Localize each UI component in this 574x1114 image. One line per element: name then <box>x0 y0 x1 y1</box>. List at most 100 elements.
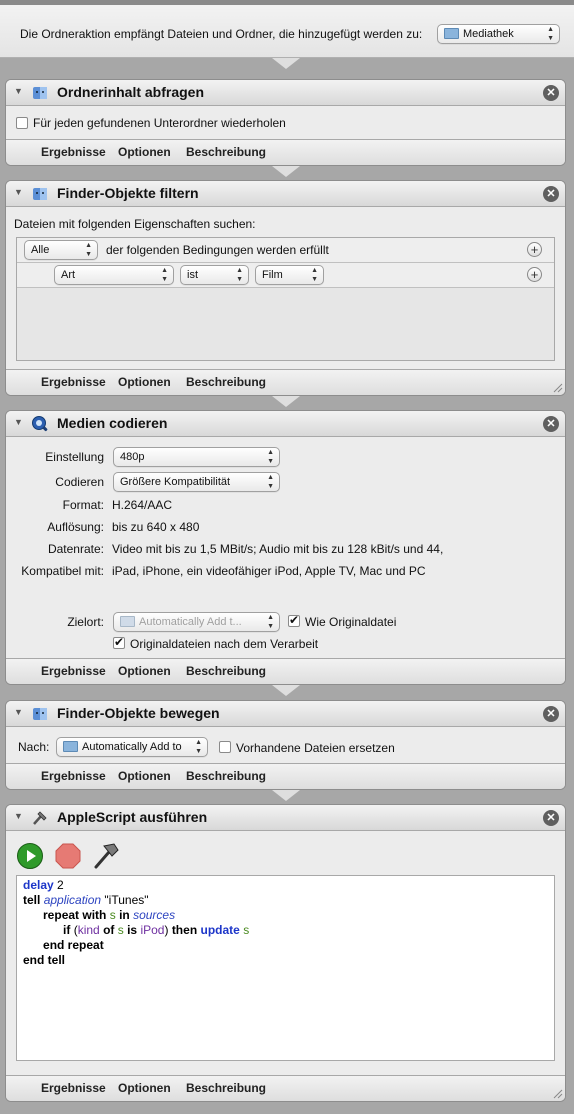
tab-optionen[interactable]: Optionen <box>118 145 171 159</box>
disclosure-triangle-icon[interactable]: ▼ <box>14 86 23 96</box>
disclosure-triangle-icon[interactable]: ▼ <box>14 417 23 427</box>
action-header: ▼ Ordnerinhalt abfragen ✕ <box>6 80 565 106</box>
finder-action-icon <box>33 87 47 99</box>
nach-popup[interactable]: Automatically Add to ▲ ▼ <box>56 737 208 757</box>
resize-grip-icon[interactable] <box>551 1087 563 1099</box>
match-mode-popup[interactable]: Alle ▲ ▼ <box>24 240 98 260</box>
action-medien-codieren: ▼ Medien codieren ✕ Einstellung 480p ▲ ▼ … <box>5 410 566 685</box>
window-top-strip <box>0 0 574 5</box>
kompatibel-value: iPad, iPhone, ein videofähiger iPod, App… <box>112 564 426 578</box>
condition-operator-popup[interactable]: ist ▲ ▼ <box>180 265 249 285</box>
add-condition-button[interactable]: + <box>527 242 542 257</box>
action-finder-objekte-bewegen: ▼ Finder-Objekte bewegen ✕ Nach: Automat… <box>5 700 566 790</box>
stop-icon[interactable] <box>54 842 82 870</box>
finder-action-icon <box>33 188 47 200</box>
finder-action-icon <box>33 708 47 720</box>
popup-arrows-icon: ▲ ▼ <box>267 614 274 630</box>
condition-field-popup[interactable]: Art ▲ ▼ <box>54 265 174 285</box>
action-footer: Ergebnisse Optionen Beschreibung <box>6 139 565 165</box>
add-subcondition-button[interactable]: + <box>527 267 542 282</box>
action-applescript-ausfuehren: ▼ AppleScript ausführen ✕ delay 2 tell a… <box>5 804 566 1102</box>
run-icon[interactable] <box>16 842 44 870</box>
kompatibel-label: Kompatibel mit: <box>21 564 104 578</box>
script-editor[interactable]: delay 2 tell application "iTunes" repeat… <box>16 875 555 1061</box>
disclosure-triangle-icon[interactable]: ▼ <box>14 707 23 717</box>
tab-beschreibung[interactable]: Beschreibung <box>186 145 266 159</box>
match-mode-text: der folgenden Bedingungen werden erfüllt <box>106 243 329 257</box>
popup-arrows-icon: ▲ ▼ <box>267 449 274 465</box>
folder-icon <box>120 616 135 627</box>
tab-ergebnisse[interactable]: Ergebnisse <box>41 375 106 389</box>
wie-originaldatei-label: Wie Originaldatei <box>305 615 397 629</box>
tab-optionen[interactable]: Optionen <box>118 1081 171 1095</box>
disclosure-triangle-icon[interactable]: ▼ <box>14 811 23 821</box>
action-header: ▼ Finder-Objekte bewegen ✕ <box>6 701 565 727</box>
tab-beschreibung[interactable]: Beschreibung <box>186 375 266 389</box>
close-icon[interactable]: ✕ <box>543 85 559 101</box>
folder-icon <box>444 28 459 39</box>
tab-beschreibung[interactable]: Beschreibung <box>186 1081 266 1095</box>
datenrate-value: Video mit bis zu 1,5 MBit/s; Audio mit b… <box>112 542 444 556</box>
tab-optionen[interactable]: Optionen <box>118 664 171 678</box>
resize-grip-icon[interactable] <box>551 381 563 393</box>
tab-ergebnisse[interactable]: Ergebnisse <box>41 664 106 678</box>
flow-connector <box>272 790 300 801</box>
condition-field-value: Art <box>61 269 76 281</box>
codieren-value: Größere Kompatibilität <box>120 476 231 488</box>
close-icon[interactable]: ✕ <box>543 186 559 202</box>
originaldateien-checkbox[interactable] <box>113 635 125 649</box>
close-icon[interactable]: ✕ <box>543 706 559 722</box>
tab-ergebnisse[interactable]: Ergebnisse <box>41 769 106 783</box>
tab-ergebnisse[interactable]: Ergebnisse <box>41 1081 106 1095</box>
ersetzen-label: Vorhandene Dateien ersetzen <box>236 741 395 755</box>
tab-optionen[interactable]: Optionen <box>118 375 171 389</box>
tab-beschreibung[interactable]: Beschreibung <box>186 664 266 678</box>
action-header: ▼ Finder-Objekte filtern ✕ <box>6 181 565 207</box>
popup-arrows-icon: ▲ ▼ <box>267 474 274 490</box>
condition-value-popup[interactable]: Film ▲ ▼ <box>255 265 324 285</box>
folder-action-text: Die Ordneraktion empfängt Dateien und Or… <box>20 27 423 41</box>
action-footer: Ergebnisse Optionen Beschreibung <box>6 658 565 684</box>
flow-connector <box>272 685 300 696</box>
action-header: ▼ Medien codieren ✕ <box>6 411 565 437</box>
action-title: Medien codieren <box>57 415 168 431</box>
condition-operator-value: ist <box>187 269 198 281</box>
action-footer: Ergebnisse Optionen Beschreibung <box>6 369 565 395</box>
popup-arrows-icon: ▲ ▼ <box>85 242 92 258</box>
action-footer: Ergebnisse Optionen Beschreibung <box>6 1075 565 1101</box>
close-icon[interactable]: ✕ <box>543 810 559 826</box>
popup-arrows-icon: ▲ ▼ <box>311 267 318 283</box>
aufloesung-label: Auflösung: <box>47 520 104 534</box>
action-footer: Ergebnisse Optionen Beschreibung <box>6 763 565 789</box>
codieren-popup[interactable]: Größere Kompatibilität ▲ ▼ <box>113 472 280 492</box>
close-icon[interactable]: ✕ <box>543 416 559 432</box>
folder-action-bar: Die Ordneraktion empfängt Dateien und Or… <box>0 0 574 58</box>
match-mode-value: Alle <box>31 244 50 256</box>
flow-connector <box>272 166 300 177</box>
repeat-subfolder-label: Für jeden gefundenen Unterordner wiederh… <box>33 116 286 130</box>
einstellung-label: Einstellung <box>45 450 104 464</box>
action-title: AppleScript ausführen <box>57 809 208 825</box>
format-label: Format: <box>62 498 104 512</box>
datenrate-label: Datenrate: <box>47 542 104 556</box>
nach-label: Nach: <box>18 740 50 754</box>
repeat-subfolder-checkbox[interactable] <box>16 117 28 129</box>
zielort-value: Automatically Add t... <box>139 616 242 628</box>
wie-originaldatei-checkbox[interactable] <box>288 613 300 627</box>
action-title: Ordnerinhalt abfragen <box>57 84 205 100</box>
action-title: Finder-Objekte bewegen <box>57 705 220 721</box>
disclosure-triangle-icon[interactable]: ▼ <box>14 187 23 197</box>
zielort-popup[interactable]: Automatically Add t... ▲ ▼ <box>113 612 280 632</box>
codieren-label: Codieren <box>55 475 104 489</box>
applescript-icon <box>33 811 47 825</box>
compile-hammer-icon[interactable] <box>90 840 122 872</box>
flow-connector <box>272 58 300 69</box>
folder-target-popup[interactable]: Mediathek ▲ ▼ <box>437 24 560 44</box>
tab-beschreibung[interactable]: Beschreibung <box>186 769 266 783</box>
tab-optionen[interactable]: Optionen <box>118 769 171 783</box>
tab-ergebnisse[interactable]: Ergebnisse <box>41 145 106 159</box>
einstellung-popup[interactable]: 480p ▲ ▼ <box>113 447 280 467</box>
ersetzen-checkbox[interactable] <box>219 741 231 753</box>
quicktime-icon <box>32 416 48 432</box>
zielort-label: Zielort: <box>67 615 104 629</box>
